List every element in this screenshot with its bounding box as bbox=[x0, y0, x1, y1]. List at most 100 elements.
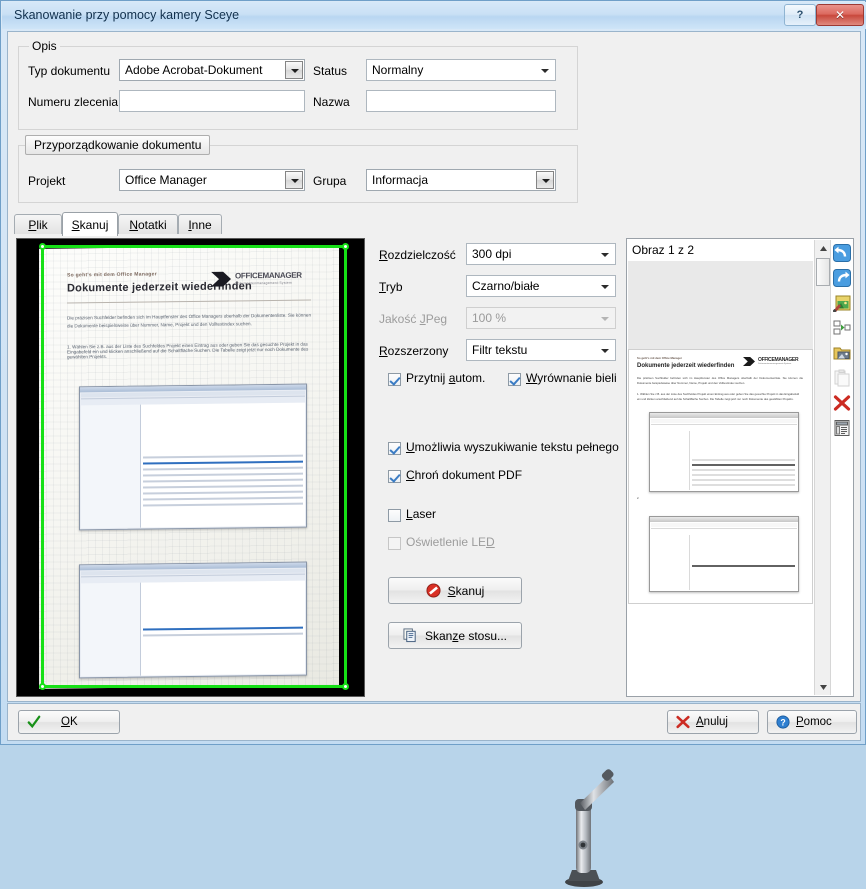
checkbox-white-balance-label: Wyrównanie bieli bbox=[526, 371, 617, 385]
tab-notatki[interactable]: Notatki bbox=[118, 214, 178, 235]
extended-combo[interactable]: Filtr tekstu bbox=[466, 339, 616, 361]
preview-scrollbar[interactable] bbox=[814, 240, 831, 695]
question-mark-icon: ? bbox=[796, 9, 804, 21]
checkbox-protect-pdf-label: Chroń dokument PDF bbox=[406, 468, 523, 482]
help-button-label: Pomoc bbox=[796, 716, 832, 728]
scrollbar-thumb[interactable] bbox=[816, 258, 830, 286]
ok-button-label: OK bbox=[61, 716, 78, 728]
tab-inne[interactable]: Inne bbox=[178, 214, 222, 235]
doc-type-label: Typ dokumentu bbox=[28, 64, 111, 78]
scan-button-label: Skanuj bbox=[447, 583, 485, 598]
description-groupbox-legend: Opis bbox=[29, 39, 60, 53]
checkbox-laser[interactable] bbox=[388, 509, 401, 522]
group-value: Informacja bbox=[372, 173, 429, 187]
camera-live-preview[interactable]: So geht's mit dem Office Manager Dokumen… bbox=[16, 238, 365, 697]
edit-image-icon[interactable] bbox=[832, 294, 851, 314]
chevron-down-icon bbox=[601, 317, 609, 321]
cancel-x-icon bbox=[676, 715, 690, 729]
status-label: Status bbox=[313, 64, 348, 78]
resolution-value: 300 dpi bbox=[472, 247, 512, 261]
checkbox-auto-crop[interactable] bbox=[388, 373, 401, 386]
tab-skanuj-label: Skanuj bbox=[71, 217, 109, 232]
save-image-icon[interactable] bbox=[833, 344, 851, 362]
checkbox-led-light bbox=[388, 537, 401, 550]
titlebar-close-button[interactable]: ✕ bbox=[816, 4, 864, 26]
jpeg-quality-value: 100 % bbox=[472, 311, 507, 325]
checkbox-led-light-label: Oświetlenie LED bbox=[406, 535, 495, 549]
jpeg-quality-combo: 100 % bbox=[466, 307, 616, 329]
resolution-combo[interactable]: 300 dpi bbox=[466, 243, 616, 265]
crop-handle-bottom-left[interactable] bbox=[39, 683, 46, 690]
thumb-heading: Dokumente jederzeit wiederfinden bbox=[637, 363, 735, 369]
tab-panel-skanuj: So geht's mit dem Office Manager Dokumen… bbox=[14, 234, 856, 887]
redo-icon[interactable] bbox=[833, 269, 851, 287]
logo-chevron-icon bbox=[743, 357, 755, 366]
assignment-groupbox-legend: Przyporządkowanie dokumentu bbox=[25, 135, 211, 155]
chevron-down-icon bbox=[601, 285, 609, 289]
doc-type-value: Adobe Acrobat-Dokument bbox=[125, 63, 263, 77]
properties-icon[interactable] bbox=[833, 419, 851, 437]
crop-handle-bottom-right[interactable] bbox=[342, 683, 349, 690]
split-page-icon[interactable] bbox=[833, 319, 851, 337]
extended-label: Rozszerzony bbox=[379, 344, 449, 358]
group-label: Grupa bbox=[313, 174, 347, 188]
dialog-body: Opis Typ dokumentu Adobe Acrobat-Dokumen… bbox=[7, 31, 861, 887]
scan-button[interactable]: Skanuj bbox=[388, 577, 522, 604]
scroll-down-arrow-icon[interactable] bbox=[815, 679, 831, 695]
chevron-down-icon bbox=[601, 349, 609, 353]
group-combo[interactable]: Informacja bbox=[366, 169, 556, 191]
image-preview-title: Obraz 1 z 2 bbox=[632, 243, 695, 257]
name-label: Nazwa bbox=[313, 95, 350, 109]
thumb-logo-tagline: Dokumentenmanagement-System bbox=[758, 363, 792, 365]
checkbox-protect-pdf[interactable] bbox=[388, 470, 401, 483]
cancel-button[interactable]: Anuluj bbox=[667, 710, 759, 734]
image-preview-thumbnail[interactable]: So geht's mit dem Office Manager Dokumen… bbox=[628, 349, 813, 604]
mode-combo[interactable]: Czarno/białe bbox=[466, 275, 616, 297]
project-label: Projekt bbox=[28, 174, 66, 188]
batch-scan-button[interactable]: Skanze stosu... bbox=[388, 622, 522, 649]
title-bar: Skanowanie przy pomocy kamery Sceye ? ✕ bbox=[2, 2, 866, 29]
checkbox-fulltext-search[interactable] bbox=[388, 442, 401, 455]
chevron-down-icon[interactable] bbox=[536, 171, 554, 189]
crop-selection-rectangle[interactable] bbox=[39, 243, 349, 690]
help-button[interactable]: ? Pomoc bbox=[767, 710, 857, 734]
order-number-input[interactable] bbox=[119, 90, 305, 112]
checkbox-auto-crop-label: Przytnij autom. bbox=[406, 371, 486, 385]
name-input[interactable] bbox=[366, 90, 556, 112]
check-icon bbox=[27, 715, 41, 729]
thumb-logo: OFFICEMANAGER Dokumentenmanagement-Syste… bbox=[743, 356, 805, 367]
close-icon: ✕ bbox=[834, 8, 846, 22]
titlebar-help-button[interactable]: ? bbox=[784, 4, 816, 26]
ok-button[interactable]: OK bbox=[18, 710, 120, 734]
tab-notatki-label: Notatki bbox=[129, 218, 167, 232]
scan-dialog-window: Skanowanie przy pomocy kamery Sceye ? ✕ … bbox=[0, 0, 866, 887]
stack-scan-icon bbox=[403, 628, 416, 643]
chevron-down-icon bbox=[541, 69, 549, 73]
scroll-up-arrow-icon[interactable] bbox=[815, 240, 831, 256]
thumb-screenshot-2 bbox=[649, 516, 799, 592]
mode-label: Tryb bbox=[379, 280, 403, 294]
crop-handle-top-left[interactable] bbox=[39, 243, 46, 250]
project-value: Office Manager bbox=[125, 173, 207, 187]
crop-handle-top-right[interactable] bbox=[342, 243, 349, 250]
chevron-down-icon[interactable] bbox=[285, 61, 303, 79]
jpeg-quality-label: Jakość JPeg bbox=[379, 312, 448, 326]
status-combo[interactable]: Normalny bbox=[366, 59, 556, 81]
delete-icon[interactable] bbox=[833, 394, 851, 412]
paste-icon bbox=[833, 369, 851, 387]
undo-icon[interactable] bbox=[833, 244, 851, 262]
chevron-down-icon[interactable] bbox=[285, 171, 303, 189]
tab-plik[interactable]: Plik bbox=[14, 214, 62, 235]
dialog-footer: OK Anuluj ? Pomoc bbox=[7, 703, 861, 741]
project-combo[interactable]: Office Manager bbox=[119, 169, 305, 191]
checkbox-fulltext-search-label: Umożliwia wyszukiwanie tekstu pełnego bbox=[406, 440, 619, 454]
svg-text:?: ? bbox=[780, 718, 785, 728]
cancel-button-label: Anuluj bbox=[696, 716, 728, 728]
tab-inne-label: Inne bbox=[188, 218, 212, 232]
tab-skanuj[interactable]: Skanuj bbox=[62, 212, 118, 236]
thumb-screenshot-1 bbox=[649, 412, 799, 492]
doc-type-combo[interactable]: Adobe Acrobat-Dokument bbox=[119, 59, 305, 81]
checkbox-white-balance[interactable] bbox=[508, 373, 521, 386]
checkbox-laser-label: Laser bbox=[406, 507, 437, 521]
thumb-paragraph: Die präzisen Suchfelder befinden sich im… bbox=[637, 376, 803, 385]
